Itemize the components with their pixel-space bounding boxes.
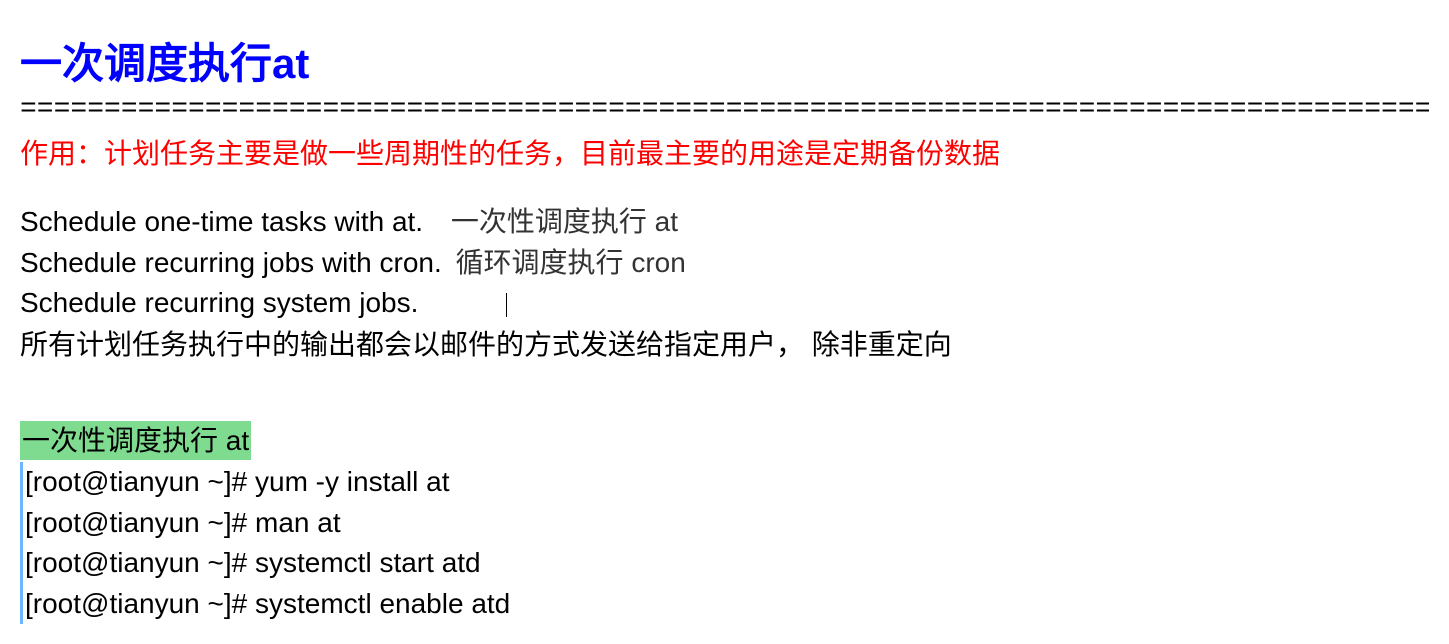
schedule-line-1: Schedule one-time tasks with at. 一次性调度执行… [20,202,1429,243]
schedule-2-cn: 循环调度执行 cron [456,247,686,278]
title-cn: 一次调度执行 [20,40,272,87]
schedule-block: Schedule one-time tasks with at. 一次性调度执行… [20,202,1429,366]
schedule-1-cn: 一次性调度执行 at [451,206,678,237]
cmd-line-3: [root@tianyun ~]# systemctl start atd [25,543,1429,584]
schedule-2-en: Schedule recurring jobs with cron. [20,247,442,278]
schedule-1-en: Schedule one-time tasks with at. [20,206,423,237]
schedule-3-en: Schedule recurring system jobs. [20,287,418,318]
schedule-line-2: Schedule recurring jobs with cron. 循环调度执… [20,243,1429,284]
cmd-line-4: [root@tianyun ~]# systemctl enable atd [25,584,1429,625]
title-en: at [272,40,309,87]
divider-line: ========================================… [20,96,1429,124]
command-block: [root@tianyun ~]# yum -y install at [roo… [20,462,1429,624]
purpose-text: 作用：计划任务主要是做一些周期性的任务，目前最主要的用途是定期备份数据 [20,132,1429,172]
page-title: 一次调度执行at [20,30,1429,91]
schedule-line-3: Schedule recurring system jobs. [20,283,1429,324]
note-text: 所有计划任务执行中的输出都会以邮件的方式发送给指定用户， 除非重定向 [20,324,1429,366]
cmd-line-1: [root@tianyun ~]# yum -y install at [25,462,1429,503]
text-cursor-icon [506,293,509,317]
section-heading: 一次性调度执行 at [20,421,251,460]
cmd-line-2: [root@tianyun ~]# man at [25,503,1429,544]
